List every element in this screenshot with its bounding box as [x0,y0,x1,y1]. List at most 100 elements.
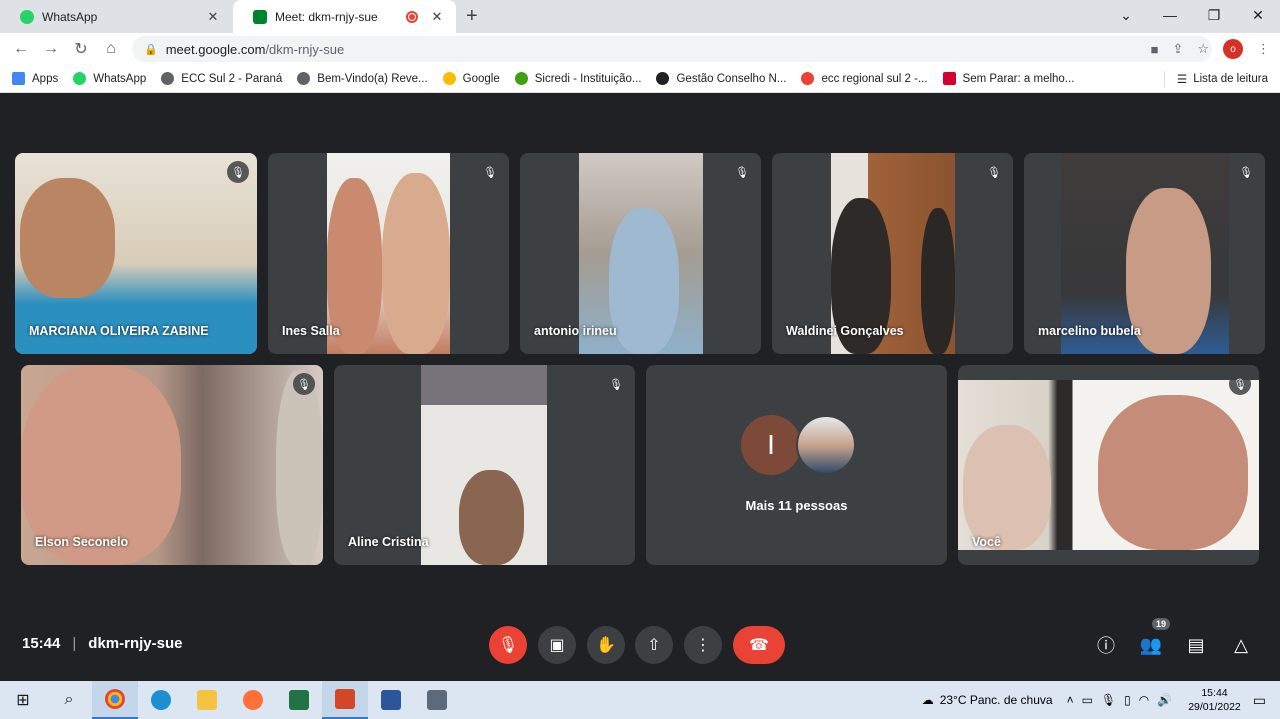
meeting-details-button[interactable]: ⓘ [1091,630,1121,660]
bookmark-bem-vindo[interactable]: Bem-Vindo(a) Reve... [297,72,428,85]
participant-tile[interactable]: Ines Salla 🎙 [268,153,509,354]
participant-avatar: I [741,415,801,475]
close-window-button[interactable]: ✕ [1236,7,1280,24]
start-button[interactable]: ⊞ [0,681,46,719]
taskbar-firefox[interactable] [230,681,276,719]
whatsapp-icon [20,9,34,24]
participant-name: Aline Cristina [348,535,429,549]
edge-icon [151,690,171,710]
arrow-up-icon [942,72,956,85]
calculator-icon [427,690,447,710]
tab-meet[interactable]: Meet: dkm-rnjy-sue ✕ [233,0,456,33]
activities-button[interactable]: △ [1226,630,1256,660]
close-tab-icon[interactable]: ✕ [428,9,446,25]
divider [1163,71,1165,87]
windows-icon: ⊞ [16,692,30,709]
tab-search-icon[interactable]: ⌄ [1104,7,1148,24]
taskbar-edge[interactable] [138,681,184,719]
share-icon[interactable]: ⇪ [1172,41,1183,57]
reload-icon[interactable]: ↻ [66,39,96,59]
system-tray: ☁ 23°C Panc. de chuva ˄ ▭ 🎙 ▯ ◠ 🔊 15:44 … [922,681,1280,719]
people-count-badge: 19 [1151,618,1170,630]
self-video [958,380,1259,550]
more-options-button[interactable]: ⋮ [684,626,722,664]
participant-name: Você [972,535,1001,549]
tab-strip: WhatsApp ✕ Meet: dkm-rnjy-sue ✕ + ⌄ — ❐ … [0,0,1280,33]
person-silhouette [382,173,450,354]
notifications-icon[interactable]: ▭ [1253,692,1266,709]
participant-tile[interactable]: Aline Cristina 🎙 [334,365,635,565]
taskbar-calculator[interactable] [414,681,460,719]
taskbar-powerpoint[interactable] [322,681,368,719]
forward-icon[interactable]: → [36,40,66,58]
mic-off-icon: 🎙 [293,373,315,395]
chevron-up-icon[interactable]: ˄ [1067,693,1074,707]
video-camera-icon: ▣ [549,637,565,654]
taskbar-excel[interactable] [276,681,322,719]
participant-name: MARCIANA OLIVEIRA ZABINE [29,324,209,338]
bookmark-label: Apps [32,72,59,85]
microphone-icon[interactable]: 🎙 [1101,693,1116,707]
battery-icon[interactable]: ▯ [1124,693,1131,707]
camera-toggle-button[interactable]: ▣ [538,626,576,664]
taskbar-chrome[interactable] [92,681,138,719]
chat-button[interactable]: ▤ [1181,630,1211,660]
participant-name: Ines Salla [282,324,340,338]
maximize-button[interactable]: ❐ [1192,7,1236,24]
bookmark-star-icon[interactable]: ☆ [1197,41,1209,57]
mic-off-icon: 🎙 [1235,161,1257,183]
network-icon[interactable]: ▭ [1082,693,1093,707]
present-screen-button[interactable]: ⇧ [635,626,673,664]
bookmark-sicredi[interactable]: Sicredi - Instituição... [514,72,641,85]
address-bar[interactable]: 🔒 meet.google.com/dkm-rnjy-sue [132,36,1212,62]
excel-icon [289,690,309,710]
participant-tile[interactable]: MARCIANA OLIVEIRA ZABINE 🎙 [15,153,257,354]
search-button[interactable]: ⌕ [46,681,92,719]
firefox-icon [243,690,263,710]
people-button[interactable]: 👥 19 [1136,618,1170,660]
tab-whatsapp[interactable]: WhatsApp ✕ [0,0,232,33]
wifi-icon[interactable]: ◠ [1139,693,1149,707]
leave-call-button[interactable]: ☎ [733,626,785,664]
taskbar-word[interactable] [368,681,414,719]
participant-tile[interactable]: Waldinei Gonçalves 🎙 [772,153,1013,354]
menu-dots-icon[interactable]: ⋮ [1257,41,1270,57]
bookmark-whatsapp[interactable]: WhatsApp [73,72,146,85]
toolbar-actions: ■ ⇪ ☆ o ⋮ [1151,33,1270,65]
self-tile[interactable]: Você 🎙 [958,365,1259,565]
close-tab-icon[interactable]: ✕ [204,9,222,25]
clock[interactable]: 15:44 29/01/2022 [1188,686,1241,714]
camera-icon[interactable]: ■ [1151,42,1159,57]
more-people-tile[interactable]: I Mais 11 pessoas [646,365,947,565]
reading-list[interactable]: ☰ Lista de leitura [1163,65,1268,93]
bookmark-apps[interactable]: Apps [12,72,58,85]
taskbar-explorer[interactable] [184,681,230,719]
weather-text[interactable]: 23°C Panc. de chuva [940,693,1053,707]
search-icon: ⌕ [64,691,74,708]
windows-taskbar: ⊞ ⌕ ☁ 23°C Panc. de chuva ˄ ▭ 🎙 ▯ ◠ 🔊 15… [0,681,1280,719]
bookmark-gestao[interactable]: Gestão Conselho N... [656,72,786,85]
participant-tile[interactable]: antonio irineu 🎙 [520,153,761,354]
volume-icon[interactable]: 🔊 [1157,693,1172,707]
globe-icon [161,72,175,85]
new-tab-button[interactable]: + [466,5,478,28]
participant-tile[interactable]: Elson Seconelo 🎙 [21,365,323,565]
home-icon[interactable]: ⌂ [96,40,126,58]
bookmark-ecc-regional[interactable]: ecc regional sul 2 -... [801,72,928,85]
bookmark-ecc-sul[interactable]: ECC Sul 2 - Paraná [161,72,282,85]
mic-toggle-button[interactable]: 🎙 [489,626,527,664]
profile-avatar[interactable]: o [1223,39,1243,59]
hang-up-icon: ☎ [749,637,769,654]
meeting-info: 15:44 | dkm-rnjy-sue [22,635,182,652]
bookmark-sem-parar[interactable]: Sem Parar: a melho... [942,72,1074,85]
minimize-button[interactable]: — [1148,7,1192,23]
participant-tile[interactable]: marcelino bubela 🎙 [1024,153,1265,354]
clock-date: 29/01/2022 [1188,701,1241,713]
bookmark-google[interactable]: Google [442,72,500,85]
person-silhouette [20,178,115,298]
back-icon[interactable]: ← [6,40,36,58]
raise-hand-button[interactable]: ✋ [587,626,625,664]
tab-title: WhatsApp [42,9,98,24]
meeting-code: dkm-rnjy-sue [88,635,183,652]
folder-icon [197,690,217,710]
